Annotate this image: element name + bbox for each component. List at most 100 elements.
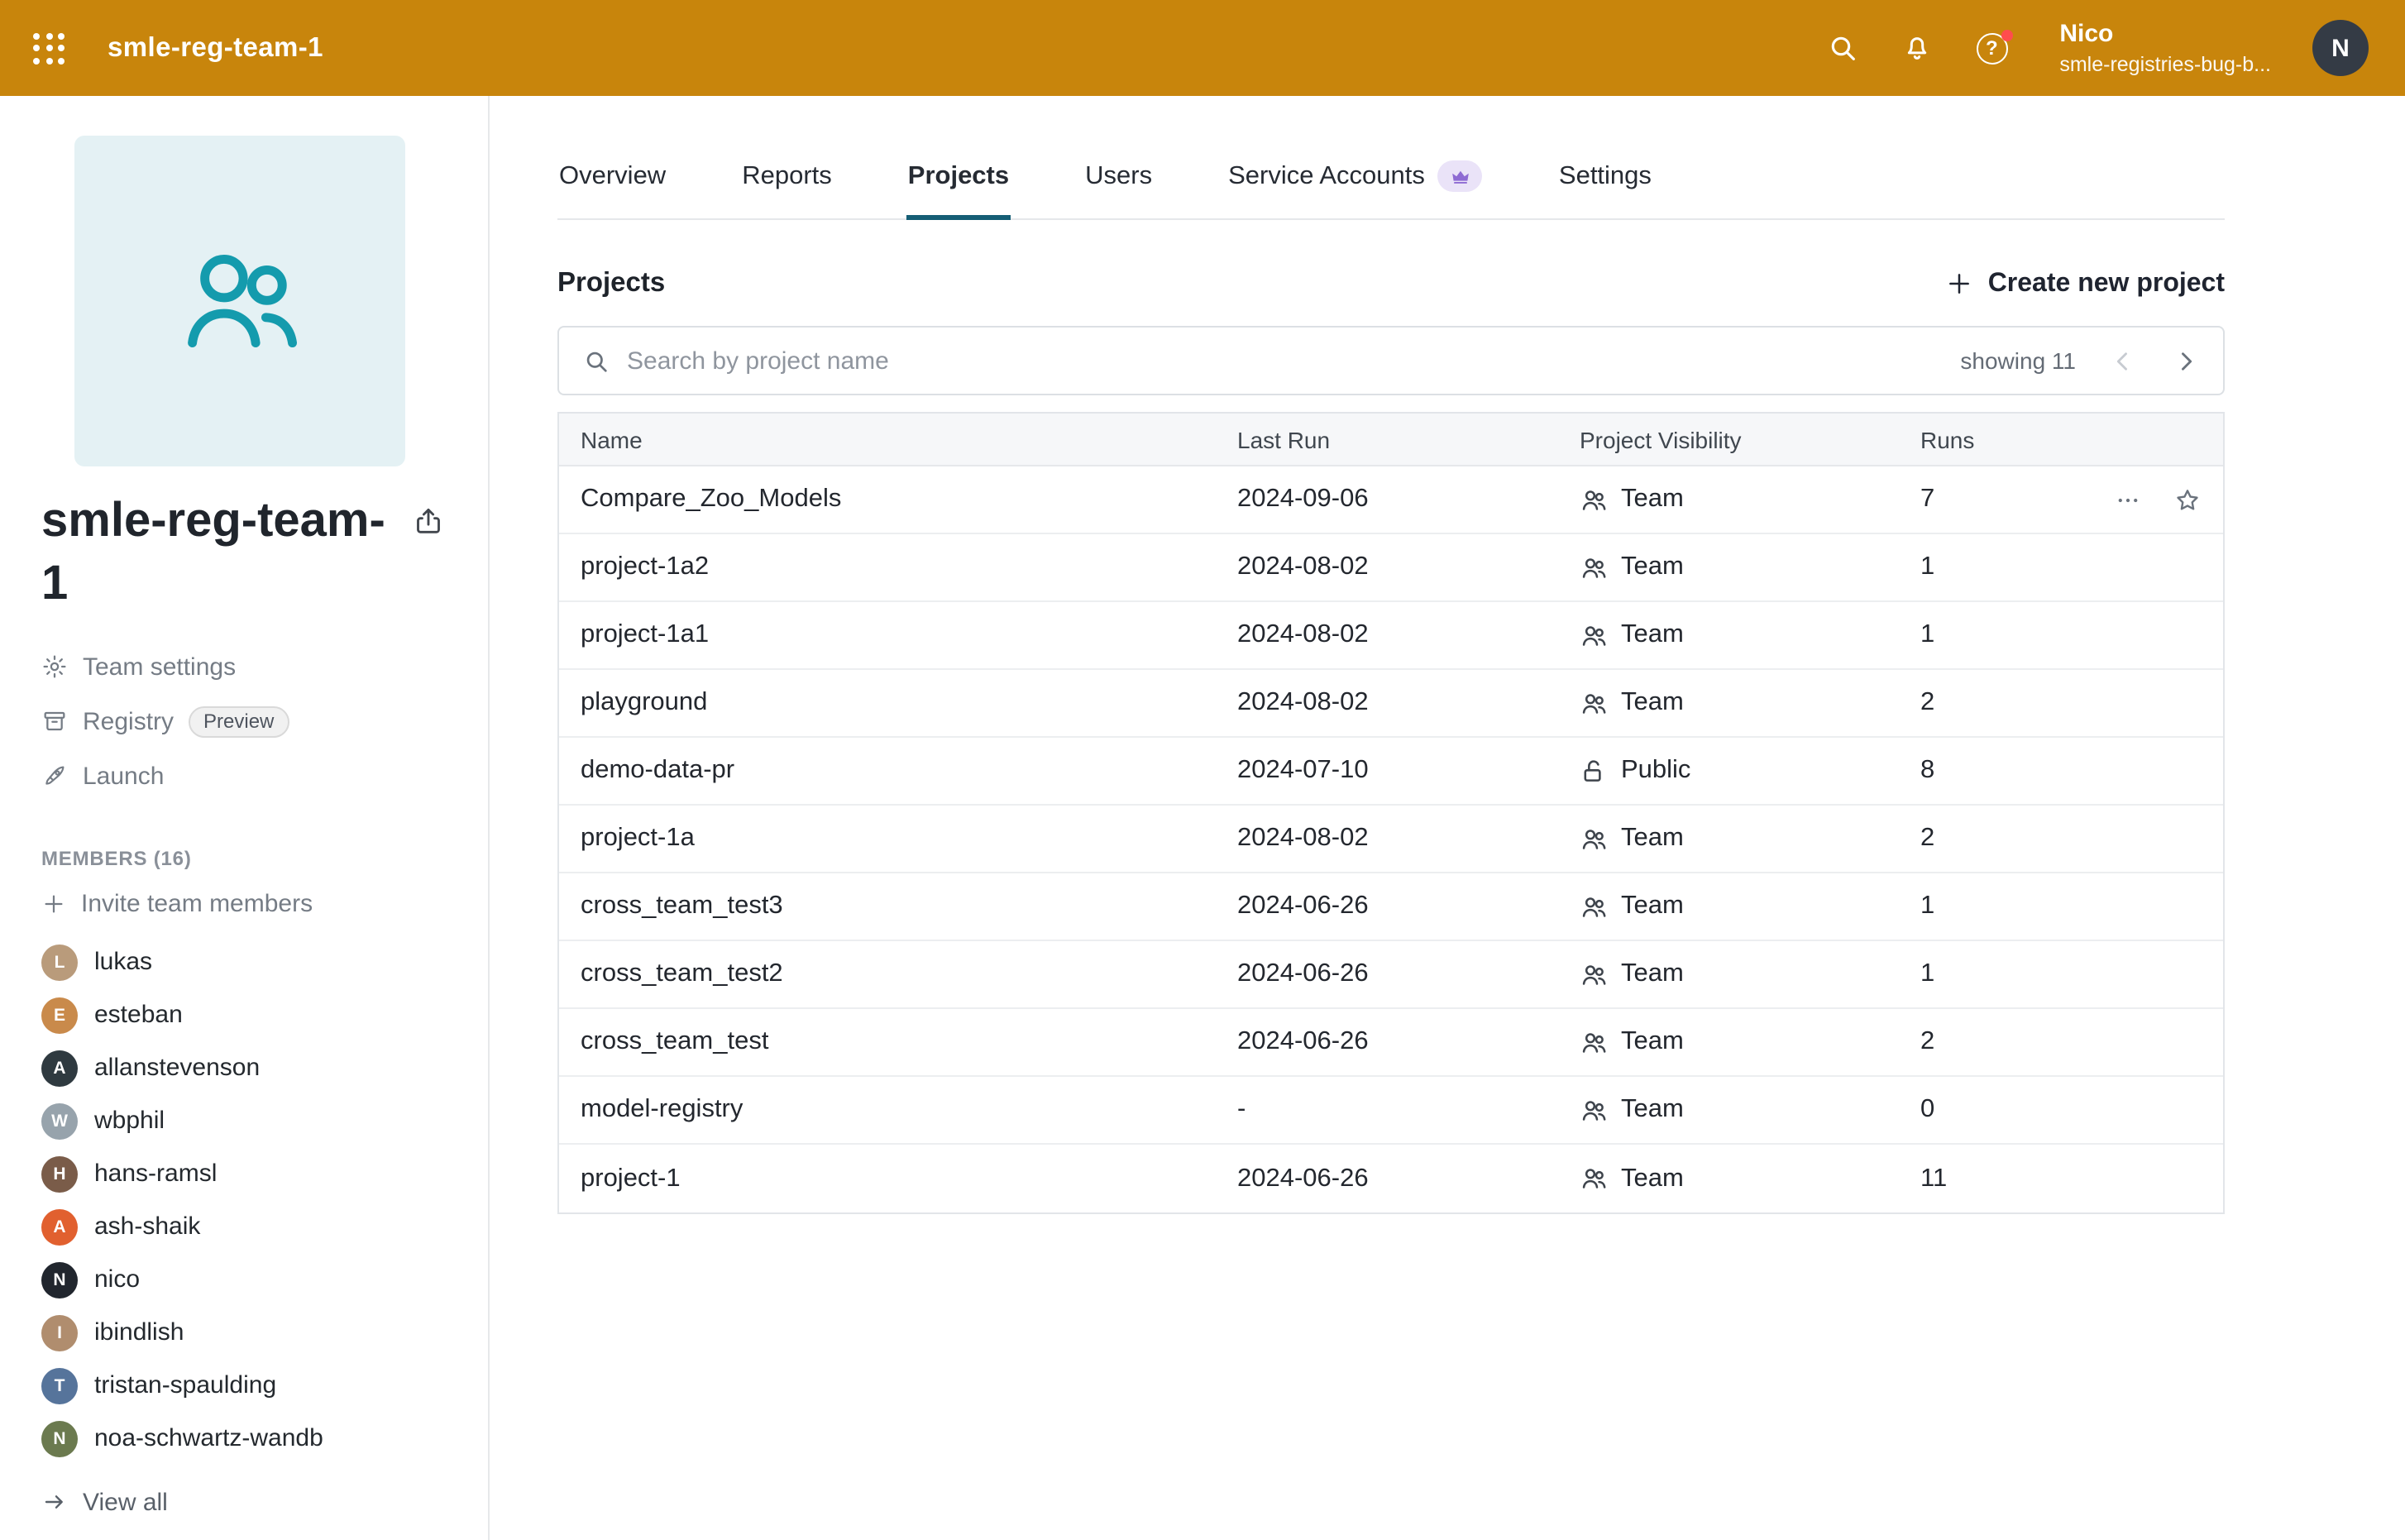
member-row[interactable]: N nico	[41, 1253, 458, 1306]
project-name[interactable]: model-registry	[581, 1095, 1237, 1125]
projects-table: Name Last Run Project Visibility Runs Co…	[557, 412, 2225, 1214]
tab-settings[interactable]: Settings	[1557, 142, 1653, 218]
more-actions-icon[interactable]	[2114, 485, 2142, 514]
row-actions	[2114, 485, 2202, 514]
visibility-label: Team	[1621, 485, 1684, 514]
invite-label: Invite team members	[81, 889, 313, 917]
project-search-bar: showing 11	[557, 326, 2225, 395]
member-row[interactable]: E esteban	[41, 988, 458, 1041]
registry-link[interactable]: Registry Preview	[41, 694, 458, 748]
column-header-runs: Runs	[1920, 426, 2223, 452]
project-row[interactable]: playground 2024-08-02 Team 2	[559, 670, 2223, 738]
team-name: smle-reg-team-1	[41, 490, 392, 616]
project-visibility: Team	[1580, 1027, 1920, 1057]
member-row[interactable]: H hans-ramsl	[41, 1147, 458, 1200]
view-all-members-link[interactable]: View all	[41, 1488, 458, 1516]
chevron-right-icon[interactable]	[2172, 347, 2200, 375]
user-menu[interactable]: Nico smle-registries-bug-b...	[2059, 18, 2271, 78]
member-row[interactable]: L lukas	[41, 935, 458, 988]
tab-overview[interactable]: Overview	[557, 142, 667, 218]
tab-users[interactable]: Users	[1083, 142, 1154, 218]
project-row[interactable]: cross_team_test2 2024-06-26 Team 1	[559, 941, 2223, 1009]
project-name[interactable]: project-1	[581, 1164, 1237, 1193]
visibility-label: Team	[1621, 959, 1684, 989]
project-search-input[interactable]	[627, 347, 1944, 375]
star-icon[interactable]	[2173, 485, 2202, 514]
project-row[interactable]: model-registry - Team 0	[559, 1077, 2223, 1145]
project-visibility: Team	[1580, 1095, 1920, 1125]
member-row[interactable]: N noa-schwartz-wandb	[41, 1412, 458, 1465]
member-avatar: H	[41, 1155, 78, 1192]
project-name[interactable]: project-1a2	[581, 552, 1237, 582]
create-new-project-label: Create new project	[1988, 269, 2225, 299]
member-name: nico	[94, 1265, 140, 1294]
chevron-left-icon[interactable]	[2109, 347, 2137, 375]
member-row[interactable]: I ibindlish	[41, 1306, 458, 1359]
runs-count: 1	[1920, 552, 1934, 582]
project-last-run: 2024-08-02	[1237, 552, 1580, 582]
member-row[interactable]: T tristan-spaulding	[41, 1359, 458, 1412]
project-visibility: Team	[1580, 959, 1920, 989]
project-last-run: 2024-06-26	[1237, 1164, 1580, 1193]
member-row[interactable]: A ash-shaik	[41, 1200, 458, 1253]
project-name[interactable]: project-1a	[581, 824, 1237, 854]
user-avatar[interactable]: N	[2312, 20, 2369, 76]
runs-count: 2	[1920, 824, 1934, 854]
create-new-project-button[interactable]: Create new project	[1945, 269, 2225, 299]
runs-count: 1	[1920, 620, 1934, 650]
member-name: ash-shaik	[94, 1212, 200, 1241]
team-settings-link[interactable]: Team settings	[41, 639, 458, 694]
project-visibility: Team	[1580, 485, 1920, 514]
crown-badge-icon	[1438, 160, 1483, 192]
project-name[interactable]: cross_team_test3	[581, 892, 1237, 921]
search-icon[interactable]	[1826, 31, 1859, 65]
project-name[interactable]: Compare_Zoo_Models	[581, 485, 1237, 514]
member-name: ibindlish	[94, 1318, 184, 1346]
project-row[interactable]: Compare_Zoo_Models 2024-09-06 Team 7	[559, 466, 2223, 534]
team-avatar	[74, 136, 405, 466]
visibility-icon	[1580, 825, 1608, 853]
app-menu-icon[interactable]	[33, 32, 65, 64]
help-icon[interactable]: ?	[1975, 31, 2008, 65]
member-avatar: I	[41, 1314, 78, 1351]
tab-reports[interactable]: Reports	[740, 142, 834, 218]
project-name[interactable]: cross_team_test2	[581, 959, 1237, 989]
member-row[interactable]: W wbphil	[41, 1094, 458, 1147]
invite-team-members-button[interactable]: Invite team members	[41, 889, 458, 917]
project-last-run: 2024-09-06	[1237, 485, 1580, 514]
project-name[interactable]: playground	[581, 688, 1237, 718]
pagination	[2109, 347, 2200, 375]
project-name[interactable]: project-1a1	[581, 620, 1237, 650]
column-header-name: Name	[581, 426, 1237, 452]
team-tabs: Overview Reports Projects Users Service …	[557, 142, 2225, 220]
team-nav: Team settings Registry Preview Launch	[41, 639, 458, 803]
visibility-icon	[1580, 960, 1608, 988]
project-name[interactable]: cross_team_test	[581, 1027, 1237, 1057]
launch-link[interactable]: Launch	[41, 748, 458, 803]
project-row[interactable]: project-1a2 2024-08-02 Team 1	[559, 534, 2223, 602]
project-visibility: Public	[1580, 756, 1920, 786]
tab-projects[interactable]: Projects	[906, 142, 1011, 220]
main-content: Overview Reports Projects Users Service …	[490, 96, 2405, 1540]
project-visibility: Team	[1580, 688, 1920, 718]
tab-service-accounts[interactable]: Service Accounts	[1226, 142, 1485, 218]
runs-count: 7	[1920, 485, 1934, 514]
share-icon[interactable]	[412, 505, 445, 538]
member-row[interactable]: A allanstevenson	[41, 1041, 458, 1094]
project-row[interactable]: project-1a 2024-08-02 Team 2	[559, 806, 2223, 873]
visibility-label: Team	[1621, 688, 1684, 718]
project-name[interactable]: demo-data-pr	[581, 756, 1237, 786]
bell-icon[interactable]	[1901, 31, 1934, 65]
project-last-run: 2024-06-26	[1237, 959, 1580, 989]
visibility-icon	[1580, 892, 1608, 921]
visibility-label: Team	[1621, 1027, 1684, 1057]
project-row[interactable]: cross_team_test3 2024-06-26 Team 1	[559, 873, 2223, 941]
gear-icon	[41, 653, 68, 680]
project-row[interactable]: project-1a1 2024-08-02 Team 1	[559, 602, 2223, 670]
project-row[interactable]: project-1 2024-06-26 Team 11	[559, 1145, 2223, 1212]
project-row[interactable]: demo-data-pr 2024-07-10 Public 8	[559, 738, 2223, 806]
member-avatar: A	[41, 1208, 78, 1245]
project-row[interactable]: cross_team_test 2024-06-26 Team 2	[559, 1009, 2223, 1077]
member-avatar: E	[41, 997, 78, 1033]
member-list: L lukas E esteban A allanstevenson	[41, 935, 458, 1465]
